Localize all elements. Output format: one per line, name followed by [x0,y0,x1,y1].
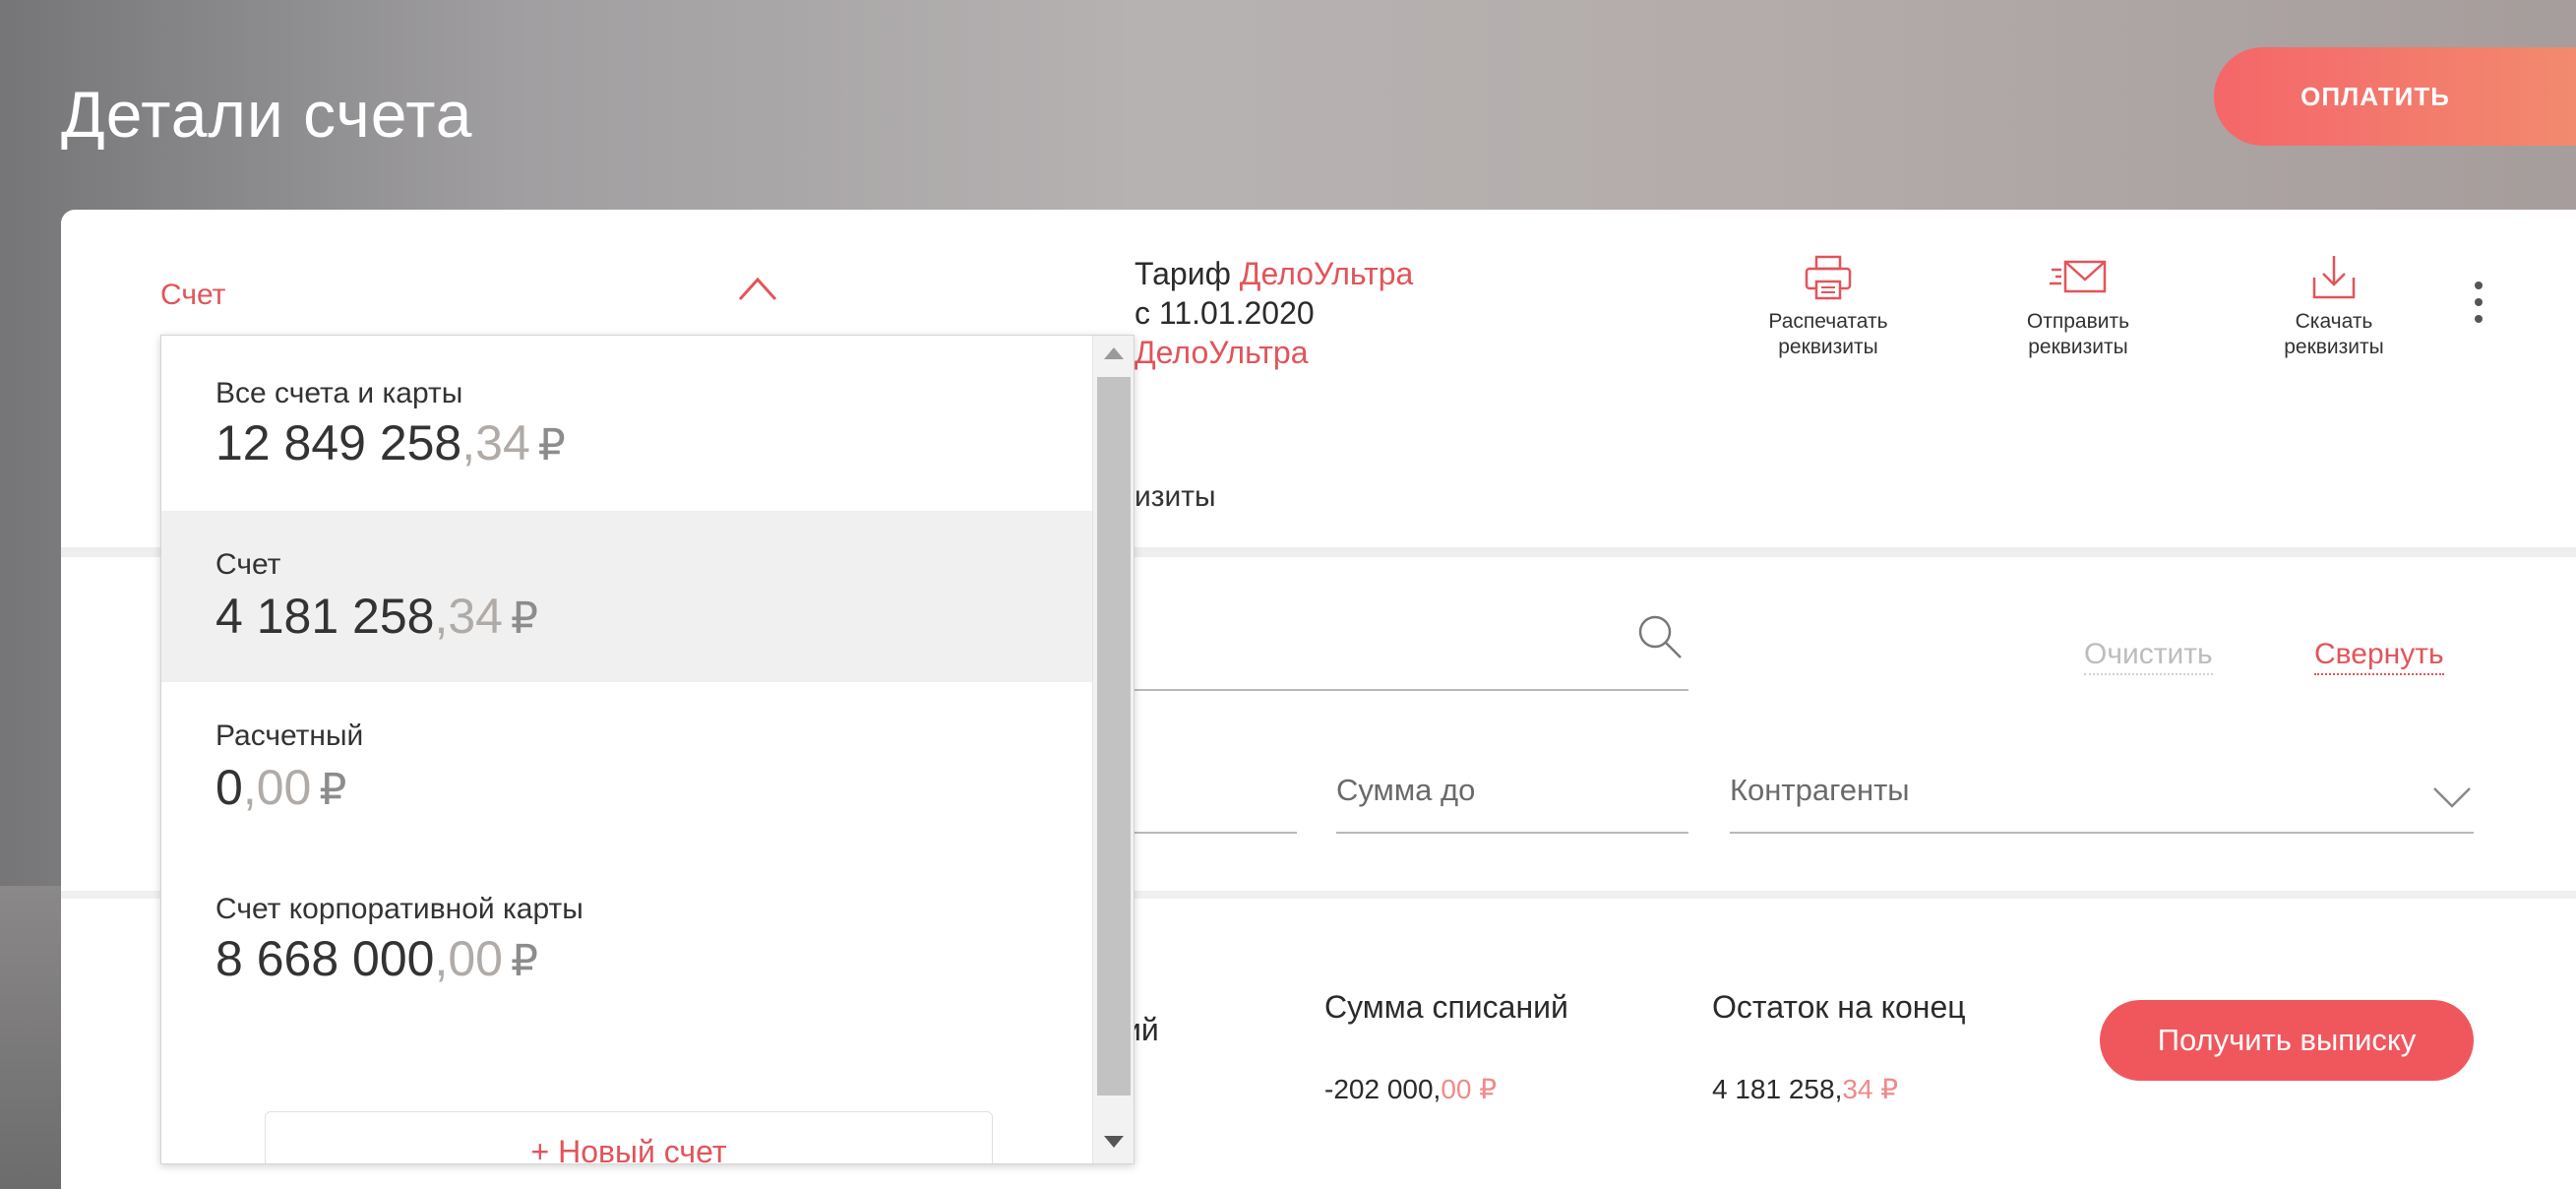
dropdown-item-amount: 0,00 ₽ [215,759,346,816]
debits-value: -202 000,00 ₽ [1324,1073,1497,1105]
account-dropdown[interactable]: Все счета и карты 12 849 258,34 ₽ Счет 4 … [160,335,1135,1164]
sum-to-field[interactable] [1336,832,1688,834]
amount-cents: ,34 [434,589,503,644]
search-input[interactable] [1132,689,1688,691]
printer-icon [1805,255,1852,300]
currency-sign: ₽ [510,937,538,985]
end-balance-value: 4 181 258,34 ₽ [1712,1073,1898,1105]
chevron-up-icon[interactable] [736,274,779,303]
end-balance-cents: 34 ₽ [1842,1074,1899,1104]
amount-cents: ,00 [434,931,503,986]
end-balance-main: 4 181 258, [1712,1074,1843,1104]
action-label: Распечатать [1768,310,1888,333]
amount-main: 8 668 000 [215,931,435,986]
dropdown-item-amount: 4 181 258,34 ₽ [215,588,538,645]
end-balance-label: Остаток на конец [1712,989,1966,1025]
envelope-icon [2050,260,2107,293]
more-vertical-icon[interactable] [2466,276,2491,335]
action-label: реквизиты [2284,336,2384,358]
dropdown-item-settlement[interactable]: Расчетный 0,00 ₽ [161,682,1092,853]
action-label: реквизиты [2028,336,2128,358]
dropdown-item-amount: 12 849 258,34 ₽ [215,414,566,471]
download-icon [2312,256,2356,299]
dropdown-item-all-accounts[interactable]: Все счета и карты 12 849 258,34 ₽ [161,336,1092,507]
debits-main: -202 000, [1324,1074,1441,1104]
print-details-button[interactable]: Распечатать реквизиты [1730,254,1927,360]
currency-sign: ₽ [319,766,347,814]
dropdown-item-name: Счет корпоративной карты [215,893,583,925]
tariff-prefix: Тариф [1135,256,1231,291]
collapse-filters-link[interactable]: Свернуть [2314,638,2444,675]
amount-cents: ,34 [461,415,530,470]
tab-details[interactable]: изиты [1135,480,1216,514]
action-label: Отправить [2026,310,2130,333]
scrollbar-thumb[interactable] [1097,377,1131,1095]
background-edge [0,886,69,1189]
scroll-up-arrow-icon[interactable] [1104,347,1124,359]
amount-main: 4 181 258 [215,589,435,644]
tariff-info: Тариф ДелоУльтра с 11.01.2020 ДелоУльтра [1135,254,1413,372]
dropdown-item-corporate-card[interactable]: Счет корпоративной карты 8 668 000,00 ₽ [161,853,1092,1025]
account-select-label[interactable]: Счет [160,279,225,312]
dropdown-item-name: Расчетный [215,720,364,752]
action-label: Скачать [2295,310,2373,333]
amount-main: 0 [215,760,243,815]
send-details-button[interactable]: Отправить реквизиты [1980,254,2177,360]
download-details-button[interactable]: Скачать реквизиты [2236,254,2432,360]
sum-from-field[interactable] [1132,832,1297,834]
dropdown-item-amount: 8 668 000,00 ₽ [215,930,538,987]
debits-label: Сумма списаний [1324,989,1568,1025]
tariff-name-link[interactable]: ДелоУльтра [1240,256,1414,291]
currency-sign: ₽ [510,594,538,643]
scroll-down-arrow-icon[interactable] [1104,1136,1124,1148]
get-statement-button[interactable]: Получить выписку [2100,1000,2474,1081]
chevron-down-icon[interactable] [2430,782,2474,810]
new-account-button[interactable]: + Новый счет [265,1111,993,1163]
clear-filters-link[interactable]: Очистить [2084,638,2213,675]
search-icon[interactable] [1635,612,1685,661]
dropdown-item-name: Все счета и карты [215,377,463,409]
pay-button[interactable]: ОПЛАТИТЬ [2214,47,2576,146]
currency-sign: ₽ [537,421,566,469]
action-label: реквизиты [1778,336,1878,358]
dropdown-item-name: Счет [215,548,281,581]
sum-to-placeholder: Сумма до [1336,773,1476,807]
debits-cents: 00 ₽ [1441,1074,1498,1104]
tariff-second-link[interactable]: ДелоУльтра [1135,333,1413,372]
tariff-since: с 11.01.2020 [1135,295,1315,331]
page-title: Детали счета [61,78,473,151]
amount-main: 12 849 258 [215,415,462,470]
dropdown-item-account[interactable]: Счет 4 181 258,34 ₽ [161,511,1092,682]
counterparties-select[interactable] [1730,832,2474,834]
counterparties-placeholder: Контрагенты [1730,773,1910,807]
amount-cents: ,00 [242,760,312,815]
